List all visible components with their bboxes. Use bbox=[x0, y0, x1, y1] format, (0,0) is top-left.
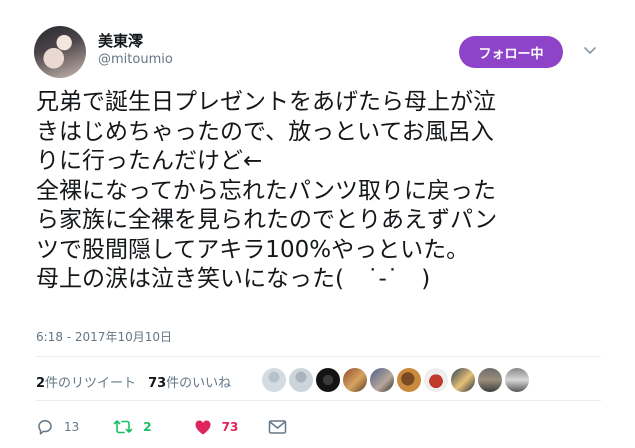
chevron-down-icon[interactable] bbox=[583, 44, 597, 58]
liker-avatar[interactable] bbox=[424, 368, 448, 392]
retweet-stat-label: 件のリツイート bbox=[45, 376, 137, 391]
liker-avatar[interactable] bbox=[289, 368, 313, 392]
tweet-line: きはじめちゃったので、放っといてお風呂入 bbox=[36, 118, 494, 145]
liker-avatar[interactable] bbox=[505, 368, 529, 392]
display-name[interactable]: 美東澪 bbox=[98, 30, 143, 51]
liker-avatar[interactable] bbox=[397, 368, 421, 392]
tweet-line: 母上の涙は泣き笑いになった( ˙-˙ ) bbox=[36, 266, 431, 292]
like-count: 73 bbox=[221, 420, 239, 434]
liker-avatar[interactable] bbox=[451, 368, 475, 392]
tweet-line: ら家族に全裸を見られたのでとりあえずパン bbox=[36, 207, 498, 233]
envelope-icon bbox=[269, 420, 287, 434]
reply-count: 13 bbox=[64, 420, 80, 434]
liker-avatar[interactable] bbox=[316, 368, 340, 392]
liker-avatar[interactable] bbox=[343, 368, 367, 392]
retweet-stat[interactable]: 2件のリツイート bbox=[36, 372, 136, 391]
engagement-stats: 2件のリツイート 73件のいいね bbox=[36, 372, 231, 391]
liker-avatar[interactable] bbox=[478, 368, 502, 392]
like-stat[interactable]: 73件のいいね bbox=[148, 372, 231, 391]
retweet-button[interactable]: 2 bbox=[113, 418, 152, 436]
liker-avatars bbox=[262, 368, 529, 392]
screen-name[interactable]: @mitoumio bbox=[98, 52, 173, 67]
like-stat-count: 73 bbox=[148, 376, 167, 391]
retweet-count: 2 bbox=[143, 420, 152, 434]
user-avatar[interactable] bbox=[34, 26, 86, 78]
retweet-icon bbox=[113, 420, 133, 434]
direct-message-button[interactable] bbox=[268, 419, 287, 435]
liker-avatar[interactable] bbox=[370, 368, 394, 392]
tweet-line: ツで股間隠してアキラ100%やっといた。 bbox=[36, 236, 470, 263]
like-stat-label: 件のいいね bbox=[166, 376, 232, 391]
tweet-text: 兄弟で誕生日プレゼントをあげたら母上が泣 きはじめちゃったので、放っといてお風呂… bbox=[36, 88, 621, 295]
like-button[interactable]: 73 bbox=[194, 419, 239, 436]
divider bbox=[36, 400, 601, 401]
retweet-stat-count: 2 bbox=[36, 376, 46, 391]
tweet-line: 全裸になってから忘れたパンツ取りに戻った bbox=[36, 177, 496, 204]
divider bbox=[36, 356, 601, 357]
reply-button[interactable]: 13 bbox=[36, 418, 79, 436]
tweet-line: 兄弟で誕生日プレゼントをあげたら母上が泣 bbox=[36, 89, 496, 115]
following-button[interactable]: フォロー中 bbox=[459, 36, 563, 68]
tweet-line: りに行ったんだけど← bbox=[36, 148, 263, 174]
liker-avatar[interactable] bbox=[262, 368, 286, 392]
reply-icon bbox=[38, 420, 52, 435]
heart-icon bbox=[195, 420, 211, 434]
tweet-timestamp[interactable]: 6:18 - 2017年10月10日 bbox=[36, 328, 172, 345]
tweet-actions: 13 2 73 bbox=[36, 418, 287, 436]
